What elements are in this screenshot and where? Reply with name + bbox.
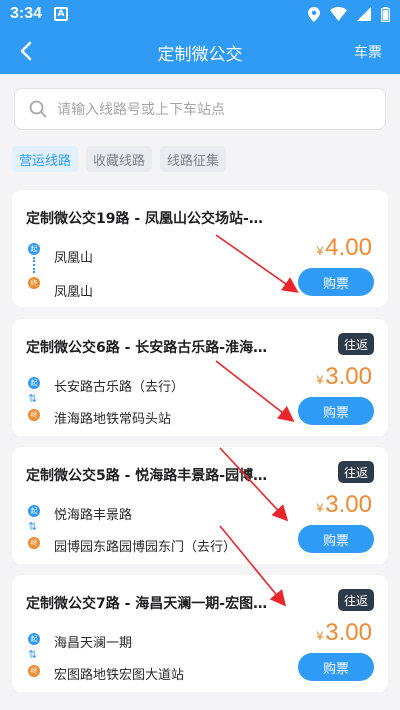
route-price: ¥3.00 <box>316 491 372 518</box>
signal-icon <box>357 7 371 21</box>
status-time: 3:34 <box>10 5 43 22</box>
start-marker-icon: 起 <box>28 633 40 645</box>
route-connector <box>33 257 35 273</box>
start-stop: 凤凰山 <box>54 251 94 266</box>
route-card[interactable]: 定制微公交19路 - 凤凰山公交场站-… 起 终 凤凰山 凤凰山 ¥4.00 购… <box>12 190 388 307</box>
page-title: 定制微公交 <box>157 45 243 65</box>
end-stop: 园博园东路园博园东门（去行） <box>54 540 237 555</box>
buy-ticket-button[interactable]: 购票 <box>298 525 374 553</box>
tickets-button[interactable]: 车票 <box>354 42 382 62</box>
end-marker-icon: 终 <box>28 537 40 549</box>
start-marker-icon: 起 <box>28 243 40 255</box>
start-stop: 长安路古乐路（去行） <box>54 380 185 395</box>
swap-direction-icon: ⇅ <box>28 392 38 405</box>
swap-direction-icon: ⇅ <box>28 648 38 661</box>
search-input[interactable]: 请输入线路号或上下车站点 <box>14 88 386 130</box>
app-notification-icon: A <box>54 7 69 21</box>
route-card[interactable]: 定制微公交7路 - 海昌天澜一期-宏图… 往返 起 ⇅ 终 海昌天澜一期 宏图路… <box>12 575 388 692</box>
start-stop: 海昌天澜一期 <box>54 636 133 651</box>
round-trip-badge: 往返 <box>337 589 374 611</box>
start-marker-icon: 起 <box>28 377 40 389</box>
route-card[interactable]: 定制微公交6路 - 长安路古乐路-淮海… 往返 起 ⇅ 终 长安路古乐路（去行）… <box>12 319 388 436</box>
round-trip-badge: 往返 <box>337 461 374 483</box>
end-stop: 凤凰山 <box>54 285 94 300</box>
route-card[interactable]: 定制微公交5路 - 悦海路丰景路-园博… 往返 起 ⇅ 终 悦海路丰景路 园博园… <box>12 447 388 564</box>
tab-route-collection[interactable]: 线路征集 <box>160 146 227 172</box>
nav-bar: 定制微公交 车票 <box>0 28 400 74</box>
start-marker-icon: 起 <box>28 505 40 517</box>
route-name: 定制微公交7路 - 海昌天澜一期-宏图… <box>26 596 268 612</box>
end-stop: 宏图路地铁宏图大道站 <box>54 668 185 683</box>
end-marker-icon: 终 <box>28 665 40 677</box>
search-placeholder: 请输入线路号或上下车站点 <box>57 102 225 118</box>
route-name: 定制微公交19路 - 凤凰山公交场站-… <box>26 211 263 227</box>
tab-operating-routes[interactable]: 营运线路 <box>12 146 79 172</box>
end-marker-icon: 终 <box>28 277 40 289</box>
route-name: 定制微公交5路 - 悦海路丰景路-园博… <box>26 468 268 484</box>
route-price: ¥3.00 <box>316 363 372 390</box>
swap-direction-icon: ⇅ <box>28 520 38 533</box>
buy-ticket-button[interactable]: 购票 <box>298 268 374 296</box>
route-price: ¥4.00 <box>316 234 372 261</box>
tab-favorite-routes[interactable]: 收藏线路 <box>86 146 153 172</box>
search-icon <box>29 100 47 118</box>
wifi-icon <box>330 7 347 21</box>
battery-icon <box>381 6 390 22</box>
round-trip-badge: 往返 <box>337 333 374 355</box>
start-stop: 悦海路丰景路 <box>54 508 133 523</box>
end-stop: 淮海路地铁常码头站 <box>54 412 172 427</box>
route-tabs: 营运线路 收藏线路 线路征集 <box>12 146 227 172</box>
buy-ticket-button[interactable]: 购票 <box>298 653 374 681</box>
buy-ticket-button[interactable]: 购票 <box>298 397 374 425</box>
route-price: ¥3.00 <box>316 619 372 646</box>
location-icon <box>308 6 320 22</box>
route-name: 定制微公交6路 - 长安路古乐路-淮海… <box>26 340 268 356</box>
status-bar: 3:34 A <box>0 0 400 28</box>
end-marker-icon: 终 <box>28 409 40 421</box>
